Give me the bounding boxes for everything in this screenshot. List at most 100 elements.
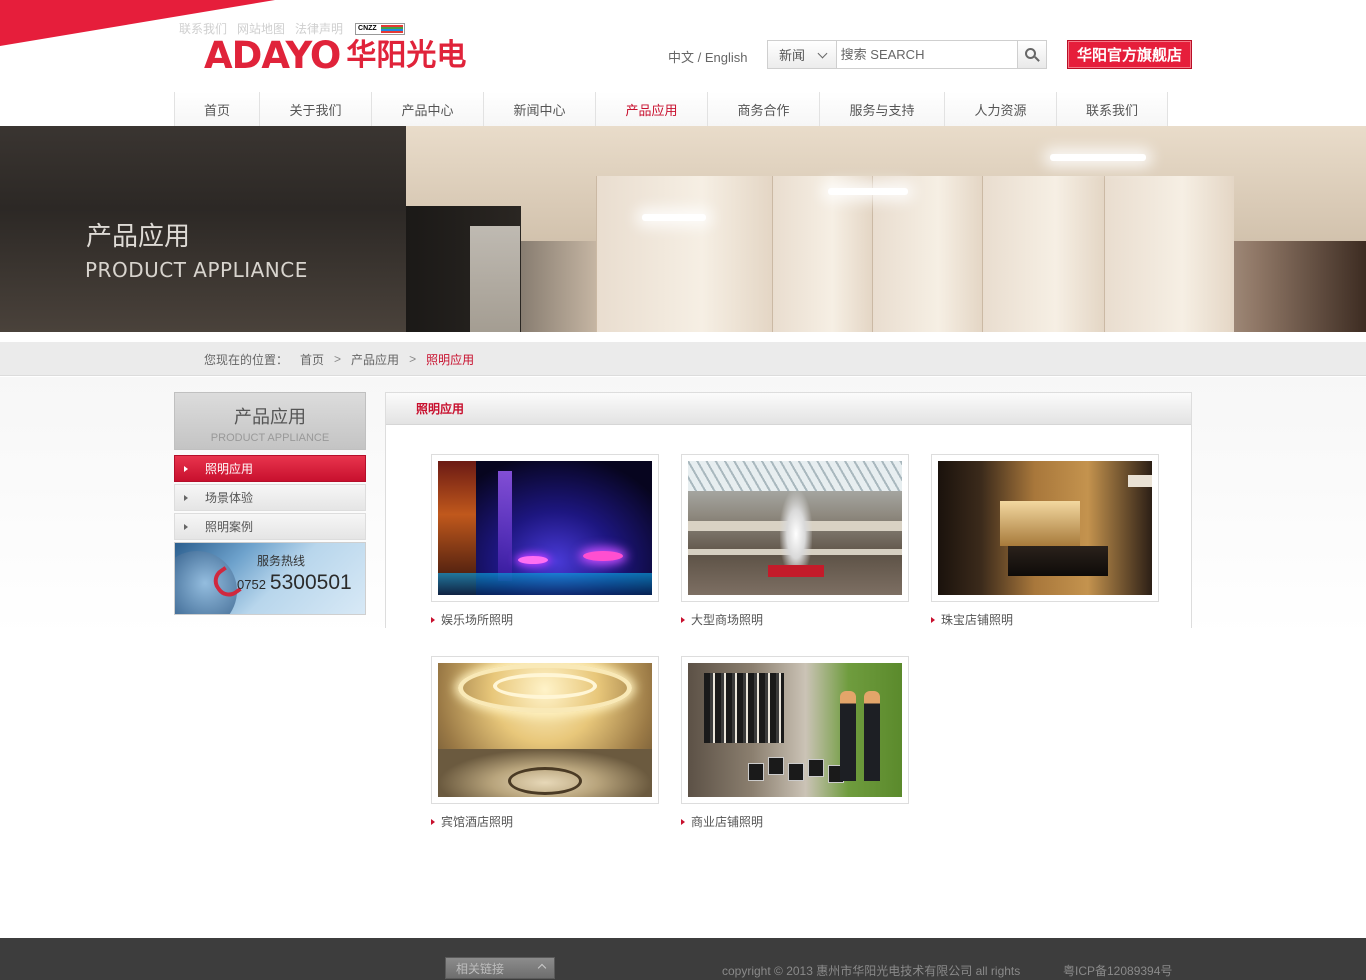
nav-item-business[interactable]: 商务合作 [707,92,819,126]
footer-links: 联系我们 网站地图 法律声明 CNZZ [179,20,406,37]
arrow-right-icon [184,523,188,530]
nav-item-contact[interactable]: 联系我们 [1056,92,1168,126]
cnzz-stripes [380,24,403,33]
sidebar-title-en: PRODUCT APPLIANCE [210,432,330,444]
entertainment-venue-image [438,461,652,595]
banner-cabinet-door [772,176,872,332]
sidebar-item-label: 照明案例 [205,520,254,534]
page-banner: 产品应用 PRODUCT APPLIANCE [0,126,1366,332]
arrow-right-icon [681,818,685,825]
sidebar-item-cases[interactable]: 照明案例 [174,513,366,540]
nav-item-home[interactable]: 首页 [174,92,259,126]
card-caption-link[interactable]: 珠宝店铺照明 [931,611,1159,628]
breadcrumb-bar: 您现在的位置： 首页 > 产品应用 > 照明应用 [0,342,1366,376]
site-logo[interactable]: ADAYO 华阳光电 [204,36,466,76]
main-nav: 首页 关于我们 产品中心 新闻中心 产品应用 商务合作 服务与支持 人力资源 联… [174,92,1168,126]
card-thumbnail[interactable] [931,454,1159,602]
hotline-area-code: 0752 [237,577,266,592]
nav-item-products[interactable]: 产品中心 [371,92,483,126]
card-caption-link[interactable]: 商业店铺照明 [681,813,909,830]
official-store-button[interactable]: 华阳官方旗舰店 [1067,40,1192,69]
banner-cabinet-door [1104,176,1234,332]
breadcrumb-applications[interactable]: 产品应用 [351,351,399,368]
icp-license-text: 粤ICP备12089394号 [1063,964,1173,978]
lang-english-link[interactable]: English [705,50,748,65]
sidebar-item-label: 照明应用 [205,462,254,476]
banner-title-en: PRODUCT APPLIANCE [85,258,308,282]
card-caption-link[interactable]: 宾馆酒店照明 [431,813,659,830]
search-button[interactable] [1016,41,1046,68]
related-links-select[interactable]: 相关链接 [445,957,555,979]
nav-item-service[interactable]: 服务与支持 [819,92,944,126]
nav-item-applications[interactable]: 产品应用 [595,92,707,126]
related-links-label: 相关链接 [456,961,505,976]
banner-cabinet-door [982,176,1104,332]
shopping-mall-image [688,461,902,595]
nav-item-news[interactable]: 新闻中心 [483,92,595,126]
service-hotline-banner: 服务热线 0752 5300501 [174,542,366,615]
lang-chinese-link[interactable]: 中文 [668,50,694,65]
card-caption: 商业店铺照明 [691,815,764,829]
banner-light [1050,154,1146,161]
card-caption-link[interactable]: 大型商场照明 [681,611,909,628]
card-thumbnail[interactable] [681,656,909,804]
breadcrumb-current: 照明应用 [426,352,475,367]
clothing-shop-image [688,663,902,797]
application-card[interactable]: 珠宝店铺照明 [931,454,1159,628]
footer-link-contact[interactable]: 联系我们 [179,20,227,37]
cnzz-badge-label: CNZZ [358,25,377,32]
search-category-select[interactable]: 新闻 [768,41,837,68]
application-card[interactable]: 娱乐场所照明 [431,454,659,628]
sidebar-title-cn: 产品应用 [234,407,306,428]
logo-english: ADAYO [204,34,341,77]
panel-title: 照明应用 [386,393,1191,425]
application-card[interactable]: 宾馆酒店照明 [431,656,659,830]
search-icon [1025,48,1037,59]
logo-chinese: 华阳光电 [346,38,467,73]
chevron-down-icon [817,48,828,59]
footer-link-legal[interactable]: 法律声明 [295,20,343,37]
arrow-right-icon [184,494,188,501]
sidebar-item-lighting[interactable]: 照明应用 [174,455,366,482]
hotline-main-number: 5300501 [269,571,352,594]
sidebar-header: 产品应用 PRODUCT APPLIANCE [174,392,366,450]
banner-cabinet-door [872,176,982,332]
breadcrumb: 您现在的位置： 首页 > 产品应用 > 照明应用 [204,342,474,376]
arrow-right-icon [681,616,685,623]
search-category-value: 新闻 [779,48,806,63]
search-bar: 新闻 [767,40,1047,69]
banner-light [642,214,706,221]
card-caption: 珠宝店铺照明 [941,613,1014,627]
card-thumbnail[interactable] [681,454,909,602]
banner-cabinet-door [596,176,772,332]
sidebar-item-scenes[interactable]: 场景体验 [174,484,366,511]
search-input[interactable] [836,41,1017,68]
banner-wall [0,126,406,332]
hotline-label: 服务热线 [257,554,306,568]
hotline-number: 0752 5300501 [237,571,352,595]
language-switcher: 中文 / English [668,47,748,66]
nav-item-hr[interactable]: 人力资源 [944,92,1056,126]
breadcrumb-separator: > [409,352,417,366]
sidebar-menu: 照明应用 场景体验 照明案例 [174,455,366,542]
application-card[interactable]: 商业店铺照明 [681,656,909,830]
card-caption: 大型商场照明 [691,613,764,627]
cnzz-stats-badge[interactable]: CNZZ [355,22,406,35]
card-thumbnail[interactable] [431,454,659,602]
jewelry-store-image [938,461,1152,595]
chevron-up-icon [537,963,547,973]
breadcrumb-prefix: 您现在的位置： [204,352,289,367]
breadcrumb-home[interactable]: 首页 [300,351,324,368]
application-card[interactable]: 大型商场照明 [681,454,909,628]
arrow-right-icon [431,818,435,825]
sidebar-item-label: 场景体验 [205,491,254,505]
card-caption-link[interactable]: 娱乐场所照明 [431,611,659,628]
footer-link-sitemap[interactable]: 网站地图 [237,20,285,37]
copyright-text: copyright © 2013 惠州市华阳光电技术有限公司 all right… [722,964,1021,978]
card-caption: 娱乐场所照明 [441,613,514,627]
banner-title-cn: 产品应用 [86,222,191,252]
nav-item-about[interactable]: 关于我们 [259,92,371,126]
card-thumbnail[interactable] [431,656,659,804]
hotel-lobby-image [438,663,652,797]
banner-window [470,226,520,332]
